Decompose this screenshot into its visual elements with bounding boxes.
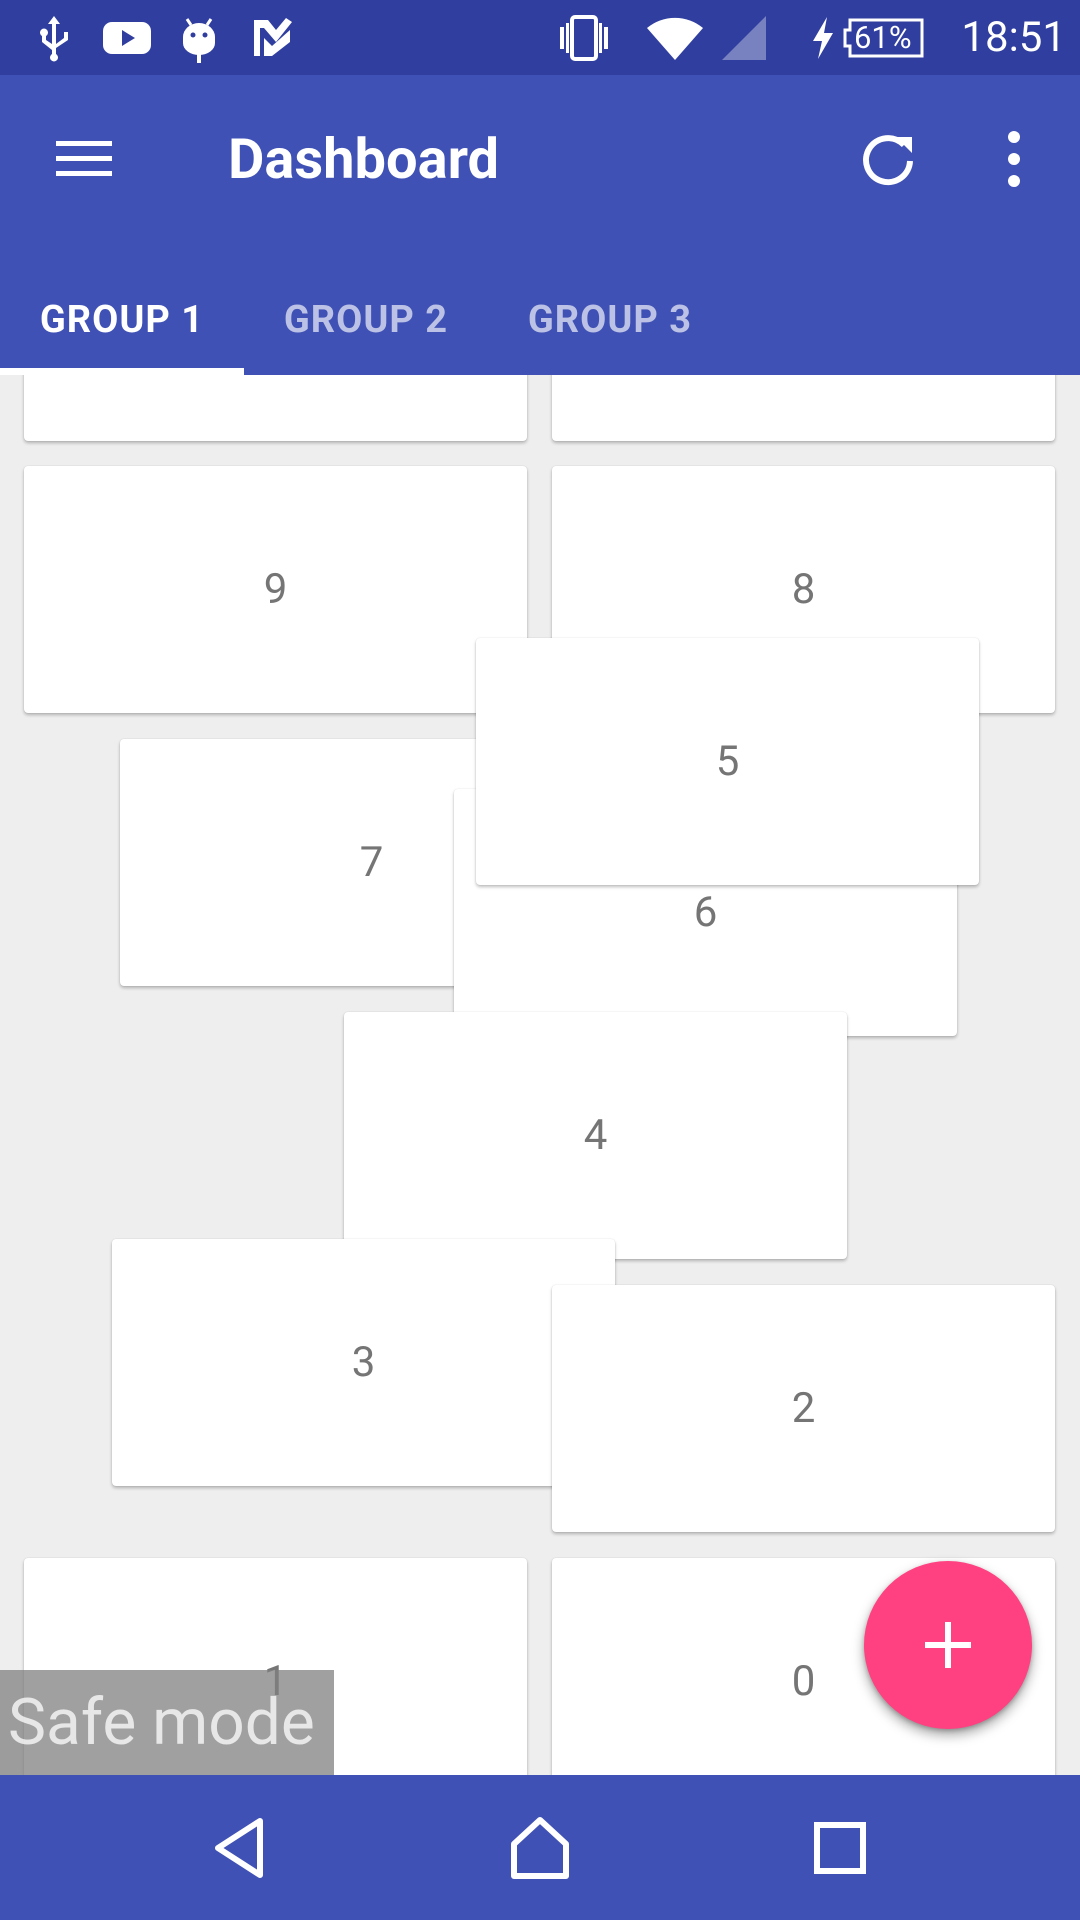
add-icon — [925, 1622, 971, 1668]
tab-indicator — [0, 368, 244, 375]
youtube-icon — [100, 12, 154, 64]
cell-signal-icon — [720, 12, 768, 64]
battery-icon: 61% — [842, 12, 926, 64]
card-partial-right[interactable] — [552, 375, 1055, 441]
wifi-icon — [644, 12, 706, 64]
tasks-icon — [250, 12, 294, 64]
tab-group-3[interactable]: GROUP 3 — [488, 265, 732, 375]
back-icon[interactable] — [185, 1795, 295, 1900]
card-3[interactable]: 3 — [112, 1239, 615, 1486]
app-bar: Dashboard GROUP 1 GROUP 2 GROUP 3 — [0, 75, 1080, 375]
status-time: 18:51 — [961, 13, 1066, 62]
vibrate-icon — [556, 12, 612, 64]
add-fab-button[interactable] — [864, 1561, 1032, 1729]
tab-group-2[interactable]: GROUP 2 — [244, 265, 488, 375]
card-grid: 9 8 7 6 5 4 3 2 1 0 — [0, 375, 1080, 1775]
refresh-icon[interactable] — [844, 115, 932, 203]
more-vert-icon[interactable] — [970, 115, 1058, 203]
card-5[interactable]: 5 — [476, 638, 979, 885]
page-title: Dashboard — [228, 126, 500, 192]
charging-icon — [808, 12, 838, 64]
tab-group-1[interactable]: GROUP 1 — [0, 265, 244, 375]
card-4[interactable]: 4 — [344, 1012, 847, 1259]
status-bar: 61% 18:51 — [0, 0, 1080, 75]
card-partial-left[interactable] — [24, 375, 527, 441]
usb-icon — [32, 12, 76, 64]
safe-mode-label: Safe mode — [0, 1670, 334, 1775]
hamburger-menu-icon[interactable] — [40, 115, 128, 203]
card-9[interactable]: 9 — [24, 466, 527, 713]
android-debug-icon — [178, 12, 220, 64]
card-2[interactable]: 2 — [552, 1285, 1055, 1532]
system-nav-bar — [0, 1775, 1080, 1920]
battery-percent: 61% — [854, 19, 912, 56]
recents-icon[interactable] — [785, 1795, 895, 1900]
home-icon[interactable] — [485, 1795, 595, 1900]
